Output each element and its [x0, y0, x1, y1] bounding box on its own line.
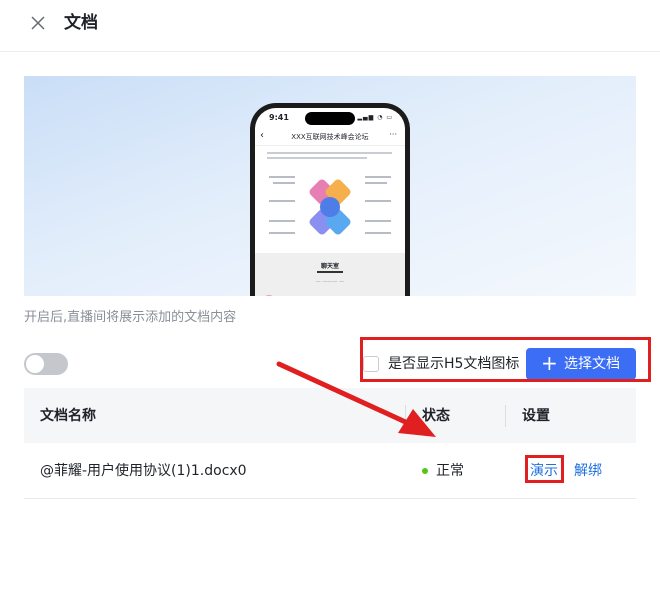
phone-time: 9:41 — [269, 113, 289, 122]
phone-chat-system-line: — ——— — — [315, 279, 345, 285]
column-header-status: 状态 — [422, 408, 450, 424]
preview-banner: 9:41 ▂▄▆ ◔ ▭ ‹ XXX互联网技术峰会论坛 ··· 聊天室 — ——… — [24, 76, 636, 296]
phone-notch — [305, 112, 355, 125]
phone-text-lines — [267, 152, 392, 162]
phone-chat-area: 聊天室 — ——— — — [255, 253, 405, 296]
unbind-link[interactable]: 解绑 — [574, 461, 602, 481]
phone-nav-bar: ‹ XXX互联网技术峰会论坛 ··· — [255, 128, 405, 146]
phone-status-icons: ▂▄▆ ◔ ▭ — [357, 114, 393, 121]
diagram-center — [320, 197, 340, 217]
toggle-knob — [26, 355, 44, 373]
phone-screen: 9:41 ▂▄▆ ◔ ▭ ‹ XXX互联网技术峰会论坛 ··· 聊天室 — ——… — [255, 108, 405, 296]
phone-more-icon: ··· — [389, 130, 397, 139]
phone-chat-avatar — [262, 295, 276, 296]
phone-page-title: XXX互联网技术峰会论坛 — [291, 133, 369, 141]
close-icon[interactable] — [30, 15, 46, 31]
dialog-header: 文档 — [0, 0, 660, 52]
document-status: 正常 — [436, 463, 464, 479]
dialog-title: 文档 — [64, 13, 98, 33]
annotation-box-top — [360, 337, 651, 382]
column-header-settings: 设置 — [522, 408, 550, 424]
status-dot — [422, 468, 428, 474]
phone-chat-title: 聊天室 — [320, 263, 339, 270]
document-name: @菲耀-用户使用协议(1)1.docx0 — [40, 463, 247, 479]
annotation-box-present — [525, 455, 564, 483]
column-header-name: 文档名称 — [40, 408, 96, 424]
phone-mockup: 9:41 ▂▄▆ ◔ ▭ ‹ XXX互联网技术峰会论坛 ··· 聊天室 — ——… — [250, 103, 410, 296]
table-header: 文档名称 状态 设置 — [24, 388, 636, 443]
phone-diagram — [265, 170, 395, 244]
enable-toggle[interactable] — [24, 353, 68, 375]
feature-description: 开启后,直播间将展示添加的文档内容 — [24, 310, 237, 325]
